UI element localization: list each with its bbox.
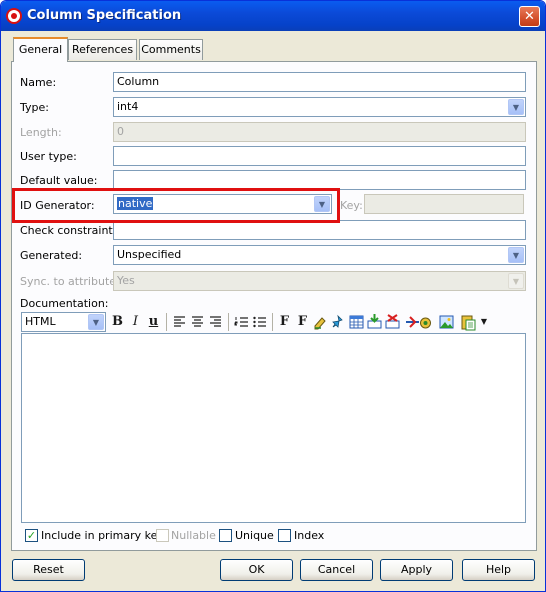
- chevron-down-icon[interactable]: ▼: [314, 196, 330, 212]
- chevron-down-icon[interactable]: ▼: [508, 247, 524, 263]
- nullable-checkbox: [156, 529, 169, 542]
- default-value-field[interactable]: [113, 170, 526, 190]
- align-left-icon[interactable]: [171, 313, 188, 331]
- check-constraint-label: Check constraint:: [20, 224, 117, 237]
- length-label: Length:: [20, 126, 62, 139]
- name-value: Column: [117, 75, 160, 88]
- documentation-editor[interactable]: [21, 333, 526, 523]
- unique-checkbox[interactable]: [219, 529, 232, 542]
- ordered-list-icon[interactable]: [233, 313, 250, 331]
- close-icon[interactable]: ✕: [519, 6, 540, 27]
- title-bar: Column Specification ✕: [1, 1, 545, 31]
- tab-references[interactable]: References: [68, 39, 137, 60]
- unordered-list-icon[interactable]: [251, 313, 268, 331]
- window-title: Column Specification: [27, 8, 182, 23]
- chevron-down-icon[interactable]: ▼: [508, 99, 524, 115]
- insert-icon[interactable]: [366, 313, 383, 331]
- unique-label: Unique: [235, 529, 274, 542]
- id-generator-label: ID Generator:: [20, 199, 95, 212]
- key-label: Key:: [340, 199, 363, 212]
- generated-select[interactable]: Unspecified ▼: [113, 245, 526, 265]
- id-generator-value: native: [117, 197, 154, 210]
- type-label: Type:: [20, 101, 49, 114]
- highlight-icon[interactable]: [312, 313, 329, 331]
- check-constraint-field[interactable]: [113, 220, 526, 240]
- primary-key-checkbox[interactable]: ✓: [25, 529, 38, 542]
- align-right-icon[interactable]: [207, 313, 224, 331]
- tab-general[interactable]: General: [13, 37, 68, 62]
- font-button[interactable]: F: [276, 313, 293, 331]
- toolbar-separator: [228, 313, 229, 331]
- ok-button[interactable]: OK: [220, 559, 293, 581]
- paste-icon[interactable]: [460, 313, 477, 331]
- index-label: Index: [294, 529, 325, 542]
- toolbar-separator: [166, 313, 167, 331]
- font-size-button[interactable]: F: [294, 313, 311, 331]
- id-generator-select[interactable]: native ▼: [113, 194, 332, 214]
- length-value: 0: [117, 125, 124, 138]
- user-type-field[interactable]: [113, 146, 526, 166]
- primary-key-label: Include in primary key: [41, 529, 164, 542]
- type-value: int4: [117, 100, 139, 113]
- type-select[interactable]: int4 ▼: [113, 97, 526, 117]
- name-label: Name:: [20, 76, 57, 89]
- app-icon: [6, 8, 22, 24]
- default-value-label: Default value:: [20, 174, 98, 187]
- bold-button[interactable]: B: [109, 313, 126, 331]
- chevron-down-icon: ▼: [508, 273, 524, 289]
- link-icon[interactable]: [330, 313, 347, 331]
- sync-label: Sync. to attribute:: [20, 275, 120, 288]
- format-value: HTML: [25, 315, 56, 328]
- generated-value: Unspecified: [117, 248, 182, 261]
- nullable-label: Nullable: [171, 529, 216, 542]
- sync-value: Yes: [117, 274, 135, 287]
- reset-button[interactable]: Reset: [12, 559, 85, 581]
- cancel-button[interactable]: Cancel: [300, 559, 373, 581]
- user-type-label: User type:: [20, 150, 77, 163]
- name-field[interactable]: Column: [113, 72, 526, 92]
- image-icon[interactable]: [438, 313, 455, 331]
- italic-button[interactable]: I: [127, 313, 144, 331]
- dropdown-arrow-icon[interactable]: ▼: [479, 313, 489, 331]
- dialog-window: Column Specification ✕ General Reference…: [0, 0, 546, 592]
- table-icon[interactable]: [348, 313, 365, 331]
- index-checkbox[interactable]: [278, 529, 291, 542]
- documentation-label: Documentation:: [20, 297, 109, 310]
- apply-button[interactable]: Apply: [380, 559, 453, 581]
- key-field: [364, 194, 524, 214]
- help-button[interactable]: Help: [462, 559, 535, 581]
- remove-icon[interactable]: [384, 313, 401, 331]
- underline-button[interactable]: u: [145, 313, 162, 331]
- length-field: 0: [113, 122, 526, 142]
- generated-label: Generated:: [20, 249, 83, 262]
- anchor-icon[interactable]: [417, 313, 434, 331]
- chevron-down-icon[interactable]: ▼: [88, 314, 104, 330]
- format-select[interactable]: HTML ▼: [21, 312, 106, 332]
- toolbar-separator: [272, 313, 273, 331]
- sync-select: Yes ▼: [113, 271, 526, 291]
- tab-comments[interactable]: Comments: [139, 39, 203, 60]
- align-center-icon[interactable]: [189, 313, 206, 331]
